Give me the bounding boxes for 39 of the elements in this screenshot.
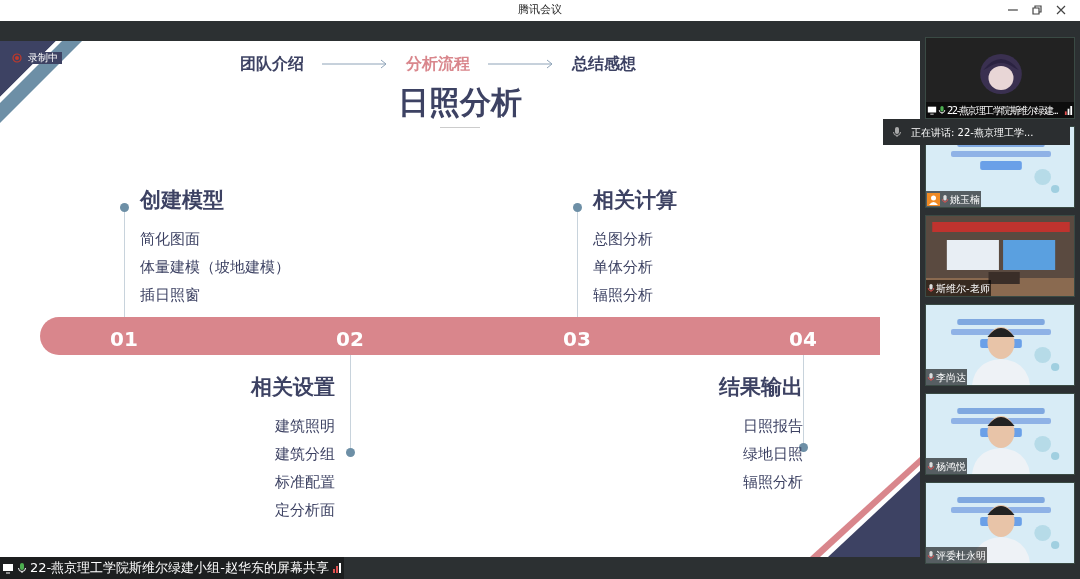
step-heading: 相关设置 <box>251 374 335 401</box>
step-item: 日照报告 <box>743 415 803 437</box>
recording-label: 录制中 <box>26 52 60 64</box>
step-item: 总图分析 <box>593 228 653 250</box>
nav-step: 团队介绍 <box>240 52 304 76</box>
slide-title: 日照分析 <box>397 83 523 122</box>
step-item: 绿地日照 <box>743 443 803 465</box>
nav-step: 分析流程 <box>406 52 470 76</box>
step-item: 体量建模（坡地建模） <box>140 256 290 278</box>
participant-name: 李尚达 <box>936 370 966 385</box>
step-item: 辐照分析 <box>743 471 803 493</box>
step-item: 标准配置 <box>275 471 335 493</box>
step-heading: 创建模型 <box>140 187 224 214</box>
video-tile[interactable]: 杨鸿悦 <box>925 393 1075 475</box>
nav-step: 总结感想 <box>572 52 636 76</box>
step-item: 定分析面 <box>275 499 335 521</box>
step-item: 简化图面 <box>140 228 200 250</box>
step-number: 03 <box>562 326 592 353</box>
step-item: 建筑照明 <box>275 415 335 437</box>
participant-name: 22-燕京理工学院斯维尔绿建... <box>947 103 1058 118</box>
video-tile[interactable]: 李尚达 <box>925 304 1075 386</box>
video-tile[interactable]: 评委杜永明 <box>925 482 1075 564</box>
window-title: 腾讯会议 <box>518 2 562 19</box>
video-tile[interactable]: 22-燕京理工学院斯维尔绿建... <box>925 37 1075 119</box>
participant-name: 姚玉楠 <box>950 192 980 207</box>
participant-name: 评委杜永明 <box>936 548 986 563</box>
step-number: 02 <box>335 326 365 353</box>
step-number: 04 <box>788 326 818 353</box>
step-item: 单体分析 <box>593 256 653 278</box>
participant-name: 斯维尔-老师 <box>936 281 990 296</box>
participant-name: 杨鸿悦 <box>936 459 966 474</box>
status-text: 22-燕京理工学院斯维尔绿建小组-赵华东的屏幕共享 <box>30 559 329 578</box>
step-item: 建筑分组 <box>275 443 335 465</box>
step-heading: 结果输出 <box>719 374 803 401</box>
step-number: 01 <box>109 326 139 353</box>
step-item: 辐照分析 <box>593 284 653 306</box>
video-tile[interactable]: 斯维尔-老师 <box>925 215 1075 297</box>
step-heading: 相关计算 <box>593 187 677 214</box>
step-item: 插日照窗 <box>140 284 200 306</box>
